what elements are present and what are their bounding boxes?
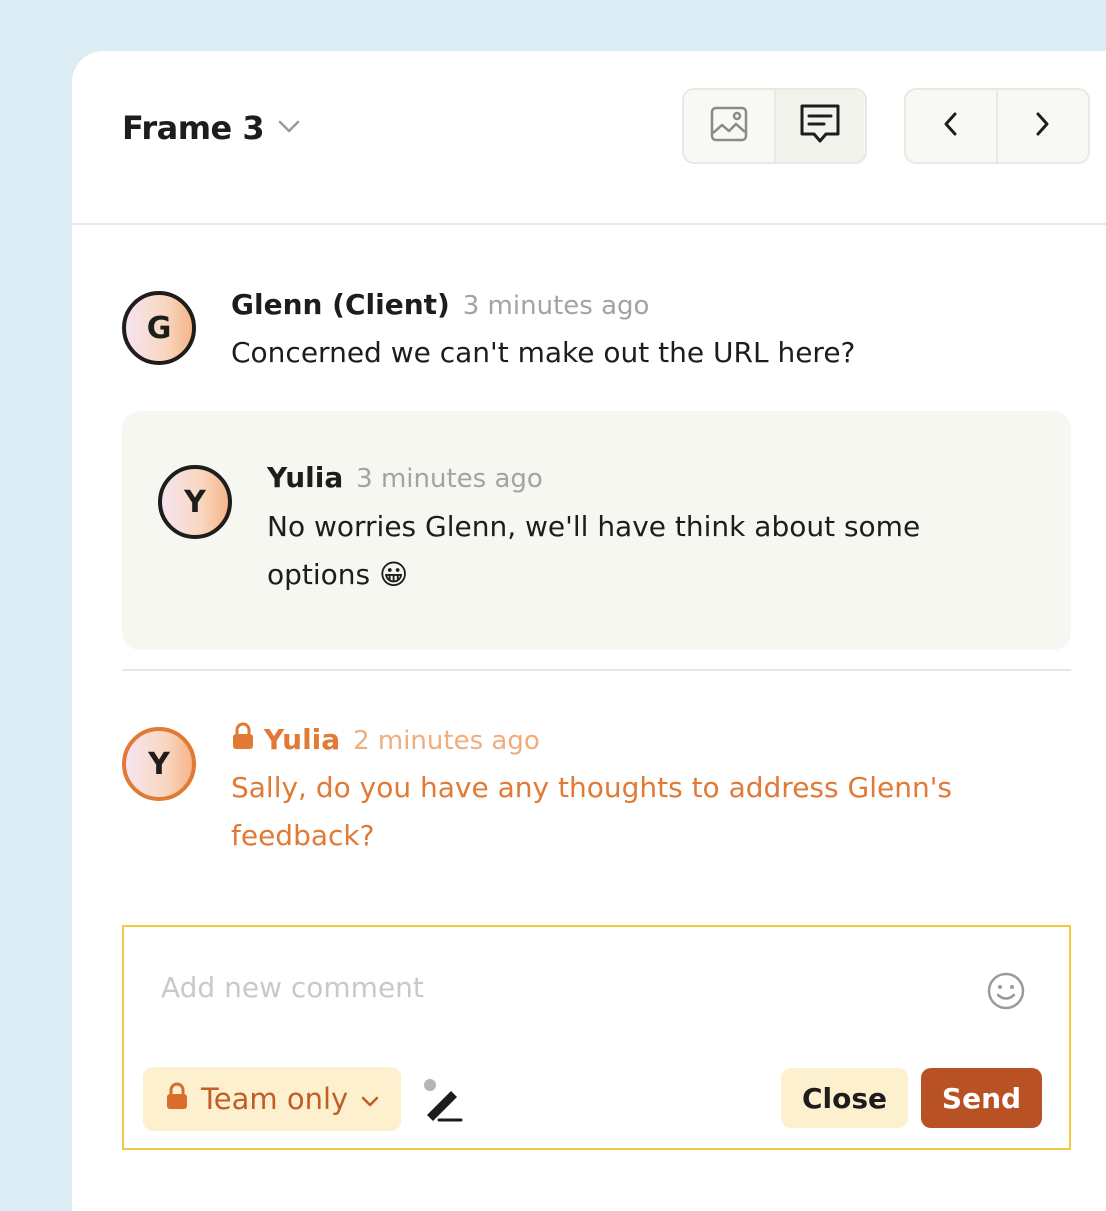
previous-frame-button[interactable]	[906, 90, 996, 162]
image-icon	[710, 106, 748, 146]
reply-text-block: No worries Glenn, we'll have think about…	[267, 503, 967, 599]
view-toggle	[682, 88, 867, 164]
comment-text: Concerned we can't make out the URL here…	[231, 336, 856, 369]
panel-header: Frame 3	[72, 51, 1106, 225]
markup-pen-icon[interactable]	[421, 1077, 465, 1127]
visibility-dropdown[interactable]: Team only	[143, 1067, 401, 1131]
lock-icon	[165, 1081, 189, 1118]
reply-thread: Y Yulia 3 minutes ago No worries Glenn, …	[122, 411, 1071, 650]
divider	[122, 669, 1071, 671]
comment-meta: Glenn (Client) 3 minutes ago	[231, 288, 649, 321]
comment-view-button[interactable]	[774, 90, 864, 162]
comment-input[interactable]: Add new comment	[161, 971, 424, 1004]
comment-text-line-1: Sally, do you have any thoughts to addre…	[231, 771, 952, 804]
reply-time: 3 minutes ago	[356, 464, 543, 494]
chevron-down-icon[interactable]	[277, 119, 301, 139]
reply-meta: Yulia 3 minutes ago	[267, 461, 543, 494]
reply-text: No worries Glenn, we'll have think about…	[267, 510, 921, 591]
next-frame-button[interactable]	[996, 90, 1086, 162]
comment-meta: Yulia 2 minutes ago	[231, 721, 540, 758]
grinning-emoji-icon: 😀	[379, 558, 409, 591]
frame-title[interactable]: Frame 3	[122, 109, 265, 147]
smiley-icon[interactable]	[986, 971, 1026, 1015]
comments-panel: Frame 3 G Glenn (Client) 3 minutes ago C…	[71, 50, 1106, 1211]
chevron-down-icon	[360, 1082, 380, 1116]
avatar: G	[122, 291, 196, 365]
avatar: Y	[158, 465, 232, 539]
image-view-button[interactable]	[684, 90, 774, 162]
comment-author: Yulia	[263, 723, 341, 756]
send-button[interactable]: Send	[921, 1068, 1042, 1128]
comment-time: 2 minutes ago	[353, 726, 540, 756]
comment-author: Glenn (Client)	[231, 288, 450, 321]
comment-time: 3 minutes ago	[462, 291, 650, 321]
lock-icon	[231, 721, 255, 758]
visibility-label: Team only	[201, 1082, 349, 1116]
comment-composer: Add new comment Team only Close Send	[122, 925, 1071, 1150]
comment-icon	[798, 103, 842, 149]
avatar: Y	[122, 727, 196, 801]
reply-author: Yulia	[267, 461, 344, 494]
chevron-left-icon	[942, 111, 960, 141]
frame-navigation	[904, 88, 1090, 164]
comment-text-line-2: feedback?	[231, 819, 375, 852]
chevron-right-icon	[1033, 111, 1051, 141]
close-button[interactable]: Close	[781, 1068, 908, 1128]
